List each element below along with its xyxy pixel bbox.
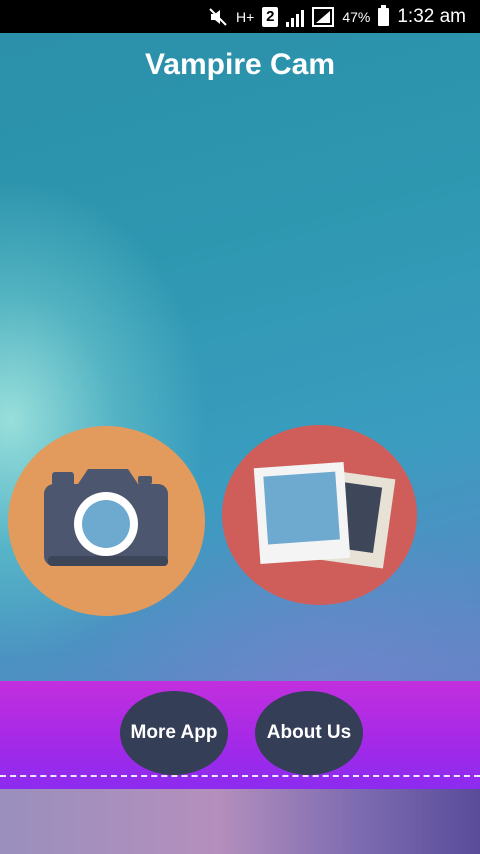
signal-icon xyxy=(286,7,305,27)
network-type: H+ xyxy=(236,8,255,25)
page-title: Vampire Cam xyxy=(144,48,336,81)
gallery-icon xyxy=(253,461,396,569)
app-screen: H+ 2 47% 1:32 am Vampire Cam More App Ab… xyxy=(0,0,480,854)
camera-icon xyxy=(44,469,168,566)
battery-icon xyxy=(378,4,390,26)
dashed-divider xyxy=(0,775,480,777)
more-app-button[interactable]: More App xyxy=(120,691,228,775)
status-bar: H+ 2 47% 1:32 am xyxy=(0,0,480,33)
signal-icon-2 xyxy=(312,6,335,27)
gallery-button[interactable] xyxy=(222,425,417,605)
sim-slot-badge: 2 xyxy=(262,6,279,27)
mute-icon xyxy=(209,7,227,26)
battery-percent: 47% xyxy=(342,8,371,25)
clock: 1:32 am xyxy=(397,5,466,27)
footer-bar xyxy=(0,681,480,789)
bottom-area xyxy=(0,789,480,854)
about-us-button[interactable]: About Us xyxy=(255,691,363,775)
camera-button[interactable] xyxy=(8,426,205,616)
